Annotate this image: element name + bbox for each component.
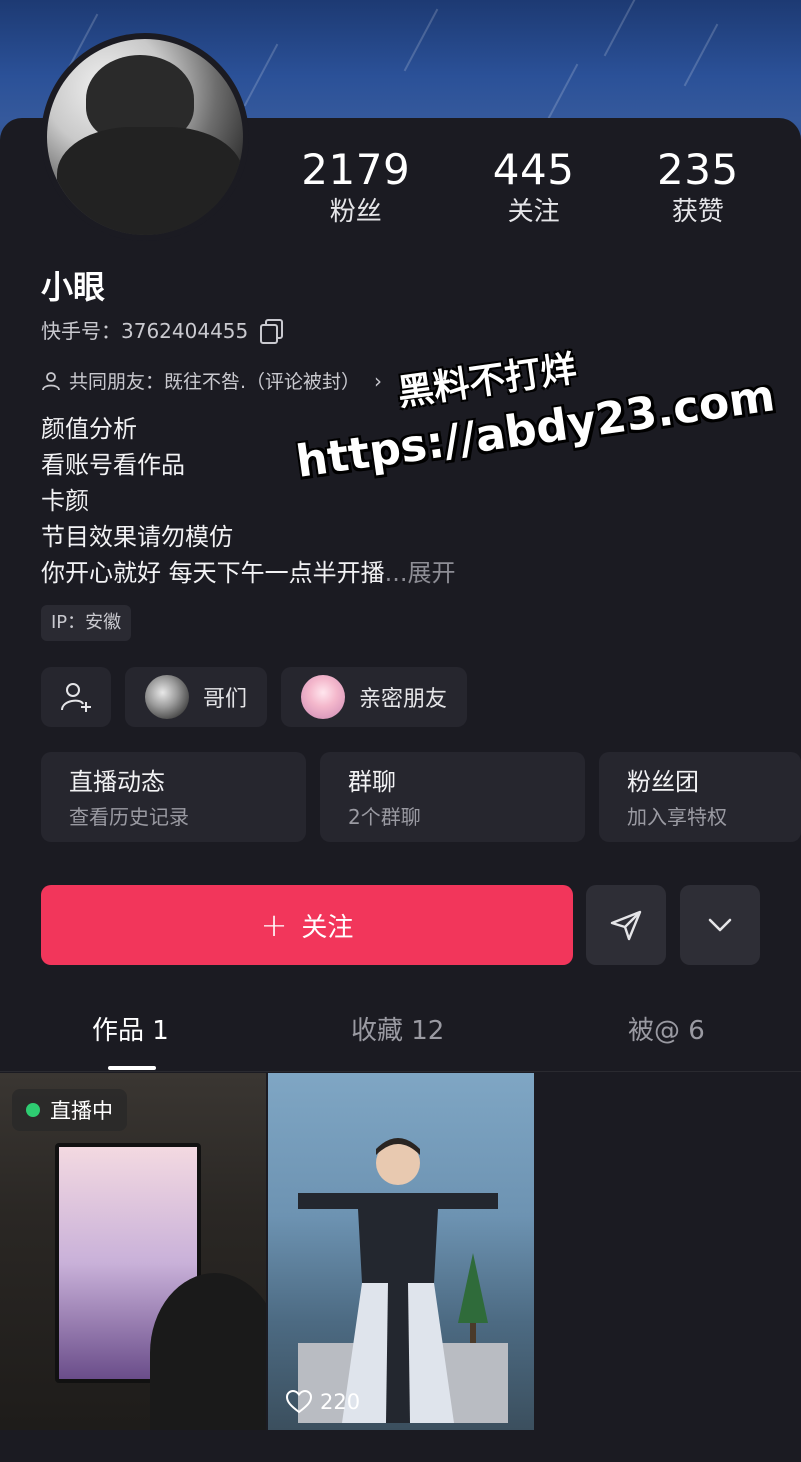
card-group-chat[interactable]: 群聊 2个群聊 (320, 752, 585, 842)
chevron-down-icon (708, 918, 732, 932)
tab-works[interactable]: 作品 1 (92, 1010, 169, 1047)
follow-button[interactable]: + 关注 (41, 885, 573, 965)
card-title: 直播动态 (69, 768, 165, 796)
card-title: 粉丝团 (627, 768, 699, 796)
friend-groups: 哥们 亲密朋友 (41, 667, 468, 727)
avatar-image (47, 39, 243, 235)
tab-mentions[interactable]: 被@ 6 (628, 1010, 705, 1047)
stat-label: 粉丝 (329, 197, 382, 227)
card-subtitle: 加入享特权 (627, 805, 727, 829)
bio-expand-link[interactable]: 展开 (408, 559, 456, 587)
post-thumbnail (298, 1138, 508, 1423)
add-friend-button[interactable] (41, 667, 111, 727)
person-icon (42, 371, 60, 390)
account-id-text: 快手号：3762404455 (41, 319, 249, 343)
profile-name: 小眼 (41, 268, 106, 306)
card-fan-club[interactable]: 粉丝团 加入享特权 (599, 752, 801, 842)
group-avatar (145, 675, 189, 719)
add-user-icon (61, 683, 91, 712)
post-likes: 220 (286, 1390, 360, 1414)
bio-line: 你开心就好 每天下午一点半开播 (41, 559, 385, 587)
card-live-history[interactable]: 直播动态 查看历史记录 (41, 752, 306, 842)
tab-indicator (108, 1066, 156, 1070)
post-grid: 直播中 220 (0, 1073, 801, 1430)
post-tile-live[interactable]: 直播中 (0, 1073, 266, 1430)
heart-icon (286, 1390, 312, 1414)
more-options-button[interactable] (680, 885, 760, 965)
group-label: 亲密朋友 (359, 687, 448, 712)
account-id: 快手号：3762404455 (41, 315, 284, 344)
group-label: 哥们 (203, 687, 248, 712)
tab-favorites[interactable]: 收藏 12 (351, 1010, 444, 1047)
stat-value: 235 (657, 145, 739, 194)
stat-value: 2179 (301, 145, 411, 194)
stat-value: 445 (492, 145, 575, 194)
stat-following[interactable]: 445 关注 (493, 145, 575, 229)
content-tabs: 作品 1 收藏 12 被@ 6 (0, 1000, 801, 1072)
avatar[interactable] (41, 33, 249, 241)
stat-likes[interactable]: 235 获赞 (657, 145, 739, 229)
stat-label: 关注 (507, 197, 560, 227)
post-tile[interactable]: 220 (268, 1073, 534, 1430)
live-badge: 直播中 (12, 1089, 127, 1131)
bio-line: 节目效果请勿模仿 (41, 523, 233, 551)
ip-location-badge: IP：安徽 (41, 605, 132, 641)
follow-label: 关注 (301, 912, 354, 943)
feature-cards: 直播动态 查看历史记录 群聊 2个群聊 粉丝团 加入享特权 (41, 752, 801, 842)
profile-stats: 2179 粉丝 445 关注 235 获赞 (260, 145, 780, 229)
live-dot-icon (26, 1103, 40, 1117)
stat-followers[interactable]: 2179 粉丝 (301, 145, 410, 229)
stat-label: 获赞 (671, 197, 724, 227)
bio-line-last: 你开心就好 每天下午一点半开播...展开 (41, 555, 456, 591)
friend-group-chip[interactable]: 哥们 (125, 667, 268, 727)
plus-icon: + (260, 906, 288, 944)
group-avatar (301, 675, 346, 719)
card-subtitle: 查看历史记录 (69, 805, 189, 829)
copy-icon[interactable] (260, 318, 284, 344)
card-title: 群聊 (348, 768, 396, 796)
card-subtitle: 2个群聊 (348, 805, 421, 829)
friend-group-chip[interactable]: 亲密朋友 (281, 667, 468, 727)
message-button[interactable] (586, 885, 666, 965)
bio-ellipsis: ... (384, 559, 408, 587)
bio-line: 卡颜 (41, 487, 89, 515)
live-label: 直播中 (50, 1099, 113, 1123)
likes-count: 220 (320, 1390, 361, 1414)
send-icon (610, 910, 642, 941)
